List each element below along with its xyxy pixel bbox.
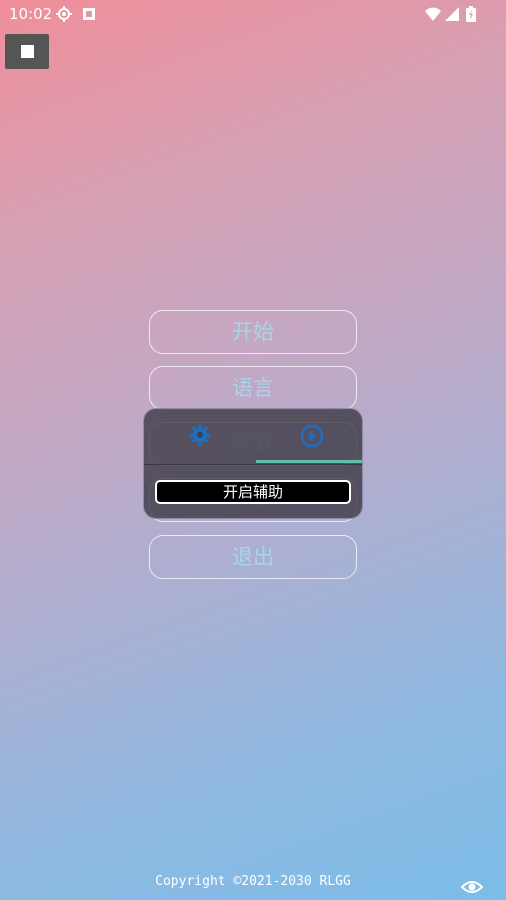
divider — [144, 464, 362, 465]
settings-gear-icon — [56, 6, 72, 22]
eye-icon[interactable] — [461, 879, 483, 895]
battery-charging-icon — [466, 6, 476, 22]
gear-icon[interactable] — [189, 424, 211, 446]
floating-overlay-panel: 开启辅助 — [143, 408, 363, 519]
app-notification-icon — [83, 8, 95, 20]
copyright-text: Copyright ©2021-2030 RLGG — [155, 874, 351, 889]
status-time: 10:02 — [9, 5, 53, 23]
start-button[interactable]: 开始 — [149, 310, 357, 354]
stop-square-icon — [21, 45, 34, 58]
status-bar: 10:02 — [0, 0, 506, 28]
enable-accessibility-button[interactable]: 开启辅助 — [155, 480, 351, 504]
progress-indicator — [256, 460, 362, 463]
wifi-icon — [425, 7, 441, 21]
exit-button[interactable]: 退出 — [149, 535, 357, 579]
cellular-signal-icon — [445, 7, 459, 21]
stop-button[interactable] — [5, 34, 49, 69]
language-button[interactable]: 语言 — [149, 366, 357, 410]
play-circle-icon[interactable] — [300, 424, 324, 448]
